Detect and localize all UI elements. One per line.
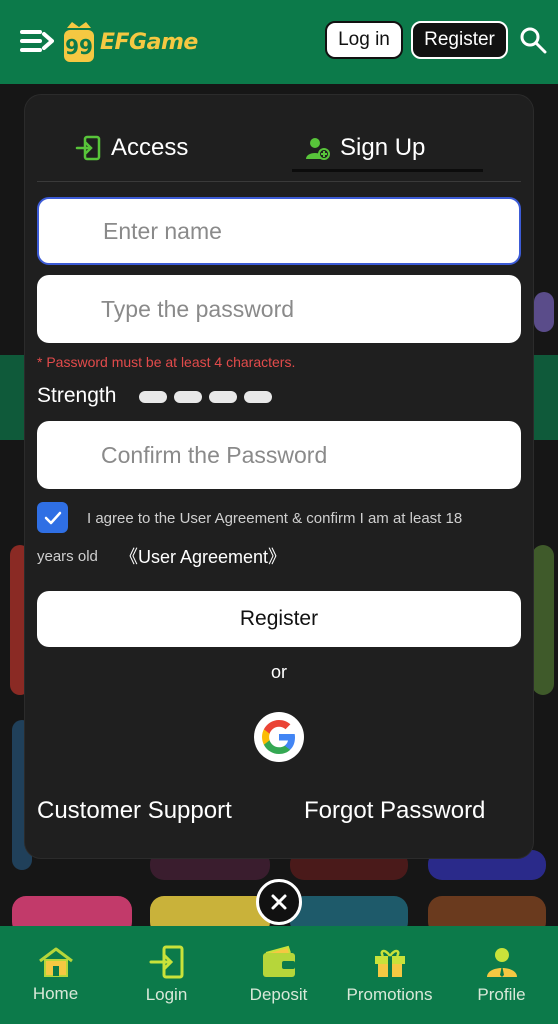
tab-sign-up-label: Sign Up	[340, 134, 426, 161]
confirm-password-input[interactable]: Confirm the Password	[37, 421, 521, 489]
tab-access[interactable]: Access	[75, 125, 188, 171]
strength-bar	[209, 391, 237, 403]
nav-deposit-label: Deposit	[249, 985, 308, 1004]
game-tile	[534, 292, 554, 332]
tab-divider	[37, 181, 521, 182]
logo-badge: 99	[62, 20, 96, 64]
home-icon	[38, 947, 73, 977]
google-login-button[interactable]	[254, 712, 304, 762]
tab-access-label: Access	[111, 134, 189, 161]
agreement-checkbox[interactable]	[37, 502, 68, 533]
active-tab-indicator	[292, 169, 483, 172]
nav-login-label: Login	[145, 985, 188, 1004]
game-tile	[532, 545, 554, 695]
or-separator: or	[270, 662, 287, 682]
customer-support-link[interactable]: Customer Support	[37, 797, 232, 825]
login-button[interactable]: Log in	[325, 21, 403, 59]
strength-bar	[244, 391, 272, 403]
nav-promotions[interactable]: Promotions	[334, 926, 445, 1024]
nav-home-label: Home	[32, 984, 79, 1003]
brand-name: EFGame	[100, 29, 198, 55]
access-icon	[75, 135, 101, 161]
add-user-icon	[306, 138, 330, 160]
profile-icon	[486, 948, 517, 977]
strength-bar	[139, 391, 167, 403]
tab-sign-up[interactable]: Sign Up	[304, 125, 425, 171]
header-register-button[interactable]: Register	[411, 21, 508, 59]
brand-logo[interactable]: 99 EFGame	[62, 18, 198, 66]
search-icon[interactable]	[519, 26, 547, 54]
strength-bar	[174, 391, 202, 403]
name-input[interactable]: Enter name	[37, 197, 521, 265]
password-input[interactable]: Type the password	[37, 275, 521, 343]
nav-deposit[interactable]: Deposit	[223, 926, 334, 1024]
nav-profile[interactable]: Profile	[446, 926, 557, 1024]
forgot-password-link[interactable]: Forgot Password	[304, 797, 485, 825]
close-icon	[271, 894, 287, 910]
close-modal-button[interactable]	[256, 879, 302, 925]
top-header: 99 EFGame Log in Register	[0, 0, 558, 84]
wallet-icon	[262, 945, 295, 977]
google-icon	[262, 720, 295, 754]
agreement-text-cont: years old	[37, 548, 98, 565]
menu-icon[interactable]	[20, 28, 54, 54]
register-button[interactable]: Register	[37, 591, 521, 647]
user-agreement-link[interactable]: 《User Agreement》	[120, 543, 286, 569]
gift-icon	[374, 949, 405, 977]
password-hint: * Password must be at least 4 characters…	[37, 354, 296, 370]
signup-modal: Access Sign Up Enter name Type the passw…	[25, 95, 533, 858]
nav-promotions-label: Promotions	[346, 985, 433, 1004]
nav-login[interactable]: Login	[111, 926, 222, 1024]
strength-label: Strength	[37, 384, 117, 407]
nav-home[interactable]: Home	[0, 926, 111, 1024]
checkmark-icon	[44, 511, 61, 524]
bottom-nav: Home Login Deposit Promotions Profile	[0, 926, 558, 1024]
nav-profile-label: Profile	[477, 985, 526, 1004]
login-icon	[149, 945, 183, 979]
svg-text:99: 99	[65, 35, 93, 59]
agreement-text: I agree to the User Agreement & confirm …	[87, 510, 463, 527]
